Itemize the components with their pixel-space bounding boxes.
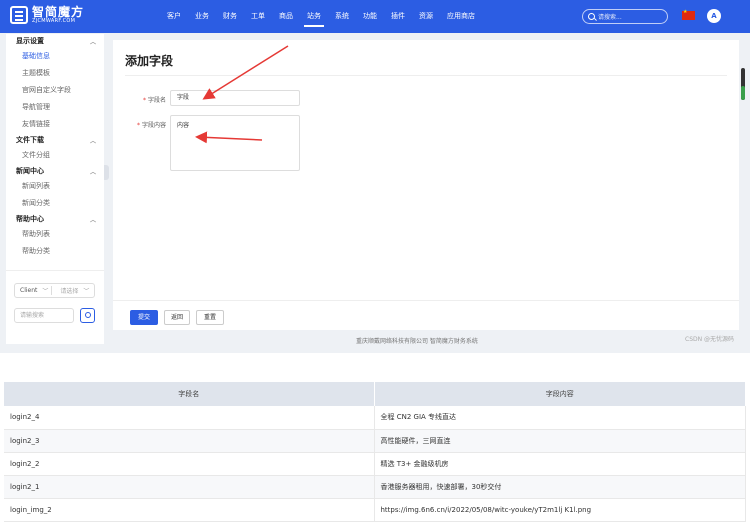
table-row: login2_4 全程 CN2 GIA 专线直达 <box>4 406 746 430</box>
table-header-name: 字段名 <box>4 382 375 406</box>
footer-company: 重庆顺戴网络科技有限公司 智简魔方财务系统 <box>356 338 478 345</box>
sidebar-group-label: 新闻中心 <box>16 167 44 175</box>
nav-item-resources[interactable]: 资源 <box>412 0 440 33</box>
chevron-up-icon: ︿ <box>89 168 96 176</box>
search-icon <box>588 13 595 20</box>
chevron-down-icon: ﹀ <box>42 288 49 295</box>
logo-icon <box>10 6 28 24</box>
logo[interactable]: 智简魔方 ZJCMWARF.COM <box>10 6 84 24</box>
sidebar-group-news[interactable]: 新闻中心 ︿ <box>6 164 104 178</box>
form-footer-divider <box>113 300 739 301</box>
sidebar-divider <box>6 270 104 271</box>
nav-item-system[interactable]: 系统 <box>328 0 356 33</box>
sidebar-group-display-settings[interactable]: 显示设置 ︿ <box>6 34 104 48</box>
field-name-label-text: 字段名 <box>147 97 166 104</box>
china-flag-icon[interactable] <box>682 9 695 20</box>
sidebar-item-theme-template[interactable]: 主题模板 <box>6 65 104 82</box>
table-cell-content: 精选 T3+ 金融级机房 <box>374 452 746 476</box>
nav-item-customers[interactable]: 客户 <box>160 0 188 33</box>
nav-search-input[interactable]: 请搜索... <box>582 9 668 24</box>
table-header-content: 字段内容 <box>374 382 746 406</box>
sidebar-search-input[interactable]: 请输搜索 <box>14 308 74 323</box>
back-button[interactable]: 返回 <box>164 310 190 325</box>
field-name-label: * 字段名 <box>118 95 166 104</box>
client-select[interactable]: Client ﹀ 请选择 ﹀ <box>14 283 95 298</box>
nav-item-finance[interactable]: 财务 <box>216 0 244 33</box>
table-cell-name: login2_2 <box>4 452 375 476</box>
nav-item-features[interactable]: 功能 <box>356 0 384 33</box>
nav-item-tickets[interactable]: 工单 <box>244 0 272 33</box>
sidebar-item-help-categories[interactable]: 帮助分类 <box>6 243 104 260</box>
client-select-placeholder: 请选择 <box>60 288 79 295</box>
sidebar-collapse-handle[interactable] <box>104 165 109 180</box>
sidebar-group-help[interactable]: 帮助中心 ︿ <box>6 212 104 226</box>
nav-search-placeholder: 请搜索... <box>598 14 622 21</box>
required-asterisk: * <box>136 122 140 129</box>
required-asterisk: * <box>142 97 146 104</box>
sidebar-group-label: 帮助中心 <box>16 215 44 223</box>
sidebar-item-news-categories[interactable]: 新闻分类 <box>6 195 104 212</box>
title-divider <box>125 75 727 76</box>
field-content-label: * 字段内容 <box>118 120 166 129</box>
nav-item-site[interactable]: 站务 <box>300 0 328 33</box>
table-cell-content: 全程 CN2 GIA 专线直达 <box>374 406 746 430</box>
avatar[interactable]: A <box>707 9 721 23</box>
table-row: login2_3 高性能硬件，三网直连 <box>4 429 746 453</box>
table-cell-content: 高性能硬件，三网直连 <box>374 429 746 453</box>
sidebar-item-file-groups[interactable]: 文件分组 <box>6 147 104 164</box>
table-cell-name: login_img_2 <box>4 498 375 522</box>
sidebar-search-button[interactable] <box>80 308 95 323</box>
field-content-label-text: 字段内容 <box>141 122 166 129</box>
sidebar-group-label: 文件下载 <box>16 136 44 144</box>
sidebar-item-news-list[interactable]: 新闻列表 <box>6 178 104 195</box>
field-content-textarea[interactable]: 内容 <box>170 115 300 171</box>
sidebar-item-friend-links[interactable]: 友情链接 <box>6 116 104 133</box>
main-panel: 添加字段 * 字段名 字段 * 字段内容 内容 提交 返回 重置 <box>113 40 739 330</box>
top-nav-bar: 智简魔方 ZJCMWARF.COM 客户 业务 财务 工单 商品 站务 系统 功… <box>0 0 750 33</box>
table-cell-content: https://img.6n6.cn/i/2022/05/08/witc-you… <box>374 498 746 522</box>
table-cell-name: login2_3 <box>4 429 375 453</box>
reset-button[interactable]: 重置 <box>196 310 224 325</box>
chevron-up-icon: ︿ <box>89 216 96 224</box>
chevron-up-icon: ︿ <box>89 38 96 46</box>
table-row: login_img_2 https://img.6n6.cn/i/2022/05… <box>4 498 746 522</box>
page-scrollbar[interactable] <box>741 68 745 100</box>
client-select-value: Client <box>20 287 38 294</box>
table-cell-content: 香港服务器租用，快速部署，30秒交付 <box>374 475 746 499</box>
chevron-down-icon: ﹀ <box>83 288 90 295</box>
sidebar-item-custom-fields[interactable]: 官网自定义字段 <box>6 82 104 99</box>
sidebar-item-basic-info[interactable]: 基础信息 <box>6 48 104 65</box>
sidebar-item-help-list[interactable]: 帮助列表 <box>6 226 104 243</box>
field-name-input[interactable]: 字段 <box>170 90 300 106</box>
nav-item-products[interactable]: 商品 <box>272 0 300 33</box>
nav-item-app-store[interactable]: 应用商店 <box>440 0 482 33</box>
watermark: CSDN @无忧源码 <box>685 336 735 343</box>
select-separator <box>51 286 53 295</box>
fields-table: 字段名 字段内容 login2_4 全程 CN2 GIA 专线直达 login2… <box>4 382 746 522</box>
logo-text-en: ZJCMWARF.COM <box>32 18 76 24</box>
logo-text-cn: 智简魔方 <box>32 5 85 19</box>
chevron-up-icon: ︿ <box>89 137 96 145</box>
submit-button[interactable]: 提交 <box>130 310 158 325</box>
table-cell-name: login2_1 <box>4 475 375 499</box>
search-icon <box>85 312 91 318</box>
sidebar-group-label: 显示设置 <box>16 37 44 45</box>
sidebar-item-navigation[interactable]: 导航管理 <box>6 99 104 116</box>
table-row: login2_1 香港服务器租用，快速部署，30秒交付 <box>4 475 746 499</box>
nav-item-plugins[interactable]: 插件 <box>384 0 412 33</box>
table-cell-name: login2_4 <box>4 406 375 430</box>
nav-menu: 客户 业务 财务 工单 商品 站务 系统 功能 插件 资源 应用商店 <box>160 0 482 33</box>
sidebar-group-file-download[interactable]: 文件下载 ︿ <box>6 133 104 147</box>
page-title: 添加字段 <box>125 54 174 68</box>
nav-item-business[interactable]: 业务 <box>188 0 216 33</box>
table-row: login2_2 精选 T3+ 金融级机房 <box>4 452 746 476</box>
